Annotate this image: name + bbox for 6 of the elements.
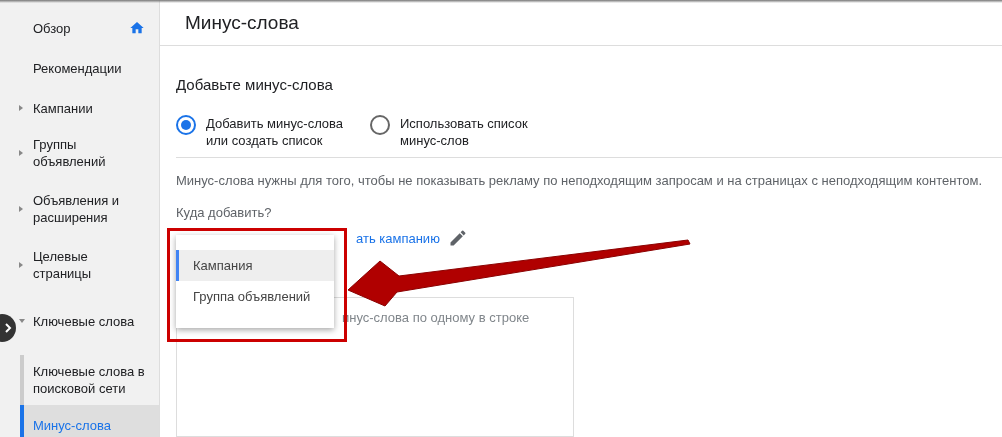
radio-label: Использовать список минус-слов [400, 115, 529, 149]
section-title: Добавьте минус-слова [176, 76, 334, 93]
page-title: Минус-слова [185, 11, 299, 34]
description: Минус-слова нужны для того, чтобы не показывать рекламу по неподходящим запросам и на страницах с неподходящим контентом. [176, 173, 984, 188]
radio-label: Добавить минус-слова или создать список [206, 115, 345, 149]
target-label: Куда добавить? [176, 205, 273, 220]
